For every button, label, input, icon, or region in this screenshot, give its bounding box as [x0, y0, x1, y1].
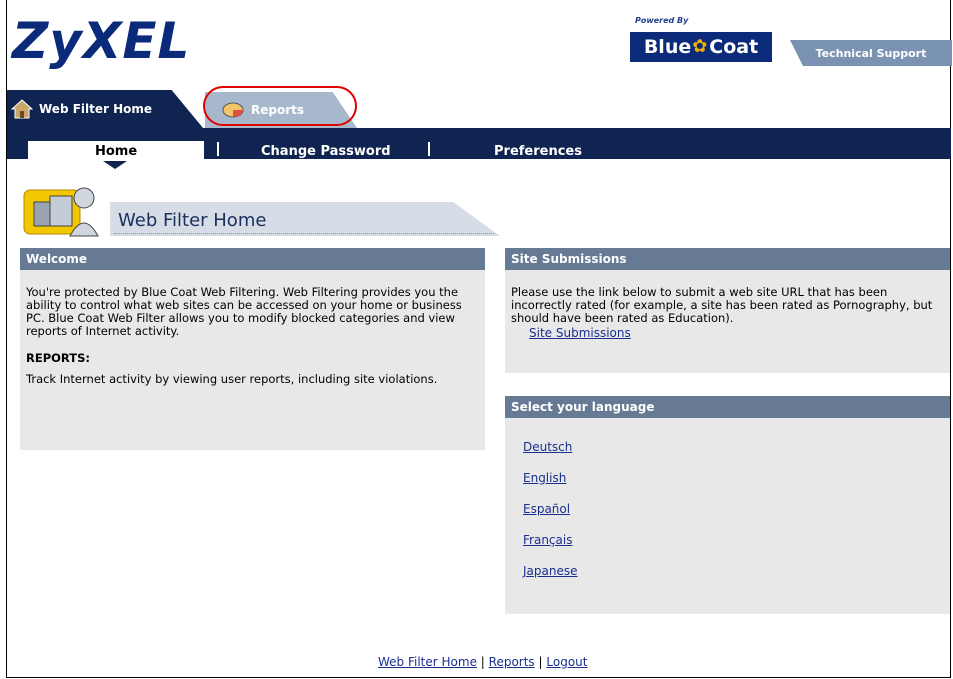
house-icon — [11, 99, 33, 119]
reports-highlight-ring — [203, 86, 357, 126]
language-link-japanese[interactable]: Japanese — [523, 564, 578, 578]
welcome-body: You're protected by Blue Coat Web Filter… — [26, 285, 462, 338]
tab-web-filter-home-label: Web Filter Home — [39, 102, 153, 116]
powered-by-label: Powered By — [635, 16, 689, 25]
subnav-separator — [428, 142, 430, 156]
footer-link-logout[interactable]: Logout — [546, 655, 587, 669]
subnav-preferences[interactable]: Preferences — [494, 144, 582, 159]
tab-web-filter-home[interactable]: Web Filter Home — [7, 90, 203, 128]
footer-separator: | — [480, 655, 485, 669]
welcome-heading: Welcome — [20, 248, 485, 270]
computer-user-icon — [23, 187, 99, 237]
site-submissions-link[interactable]: Site Submissions — [529, 327, 944, 340]
footer: Web Filter Home | Reports | Logout — [378, 655, 587, 669]
language-link-francais[interactable]: Français — [523, 533, 578, 547]
welcome-body-container: You're protected by Blue Coat Web Filter… — [26, 278, 479, 394]
footer-separator: | — [538, 655, 543, 669]
language-heading: Select your language — [505, 396, 950, 418]
reports-body: Track Internet activity by viewing user … — [26, 372, 438, 386]
subnav-separator — [217, 142, 219, 156]
footer-link-reports[interactable]: Reports — [489, 655, 535, 669]
language-panel: Select your language Deutsch English Esp… — [505, 396, 950, 614]
bluecoat-flower-icon: ✿ — [692, 36, 708, 57]
sub-navigation: Home Change Password Preferences — [7, 128, 951, 159]
site-submissions-body: Please use the link below to submit a we… — [511, 285, 933, 325]
site-submissions-panel: Site Submissions Please use the link bel… — [505, 248, 950, 373]
language-link-espanol[interactable]: Español — [523, 502, 578, 516]
reports-heading: REPORTS: — [26, 351, 90, 365]
welcome-panel: Welcome You're protected by Blue Coat We… — [20, 248, 485, 450]
page-header-dots — [114, 233, 494, 234]
zyxel-logo: ZyXEL — [12, 12, 191, 70]
site-submissions-heading: Site Submissions — [505, 248, 950, 270]
language-link-english[interactable]: English — [523, 471, 578, 485]
subnav-home[interactable]: Home — [95, 144, 137, 159]
footer-link-web-filter-home[interactable]: Web Filter Home — [378, 655, 477, 669]
bluecoat-logo: Blue ✿ Coat — [630, 32, 772, 62]
page-header: Web Filter Home — [20, 180, 500, 240]
page-title: Web Filter Home — [118, 210, 267, 231]
main-tabs: Web Filter Home Reports — [7, 90, 951, 128]
technical-support-button[interactable]: Technical Support — [790, 40, 952, 66]
language-link-deutsch[interactable]: Deutsch — [523, 440, 578, 454]
site-submissions-body-container: Please use the link below to submit a we… — [511, 278, 944, 340]
subnav-pointer — [103, 161, 127, 169]
language-list: Deutsch English Español Français Japanes… — [523, 440, 578, 595]
subnav-change-password[interactable]: Change Password — [261, 144, 391, 159]
